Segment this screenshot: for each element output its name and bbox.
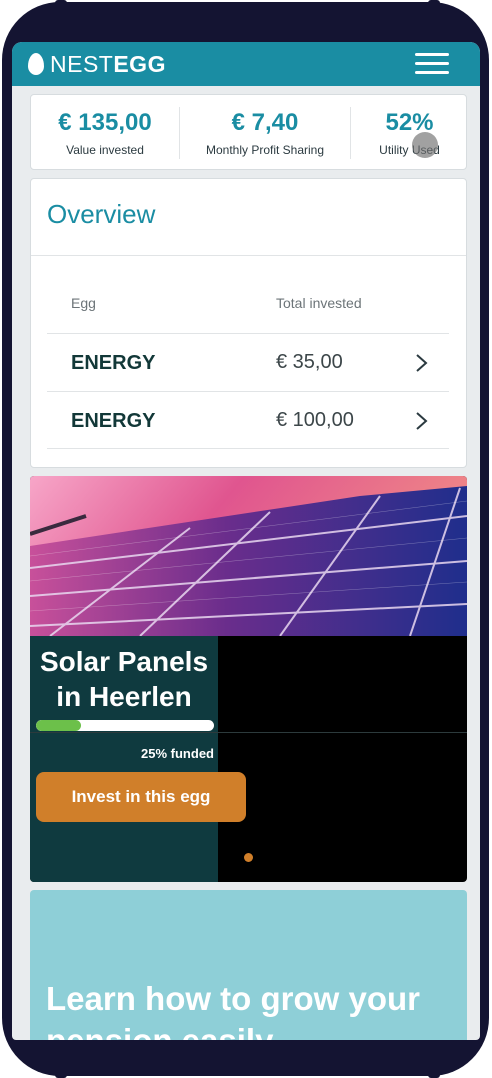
carousel-indicator-dot[interactable] [244, 853, 253, 862]
invest-button[interactable]: Invest in this egg [36, 772, 246, 822]
logo-text-light: NEST [50, 50, 114, 77]
app-screen: NESTEGG € 135,00 Value invested € 7,40 M… [12, 42, 480, 1040]
stat-utility-used: 52% Utility Used [351, 95, 468, 171]
menu-bar [415, 62, 449, 65]
overview-title: Overview [47, 199, 156, 229]
table-row[interactable]: ENERGY € 100,00 [47, 391, 449, 449]
funding-progress-fill [36, 720, 81, 731]
stats-card: € 135,00 Value invested € 7,40 Monthly P… [30, 94, 467, 170]
stat-value-invested: € 135,00 Value invested [31, 95, 179, 171]
project-title: Solar Panels in Heerlen [30, 644, 218, 714]
funding-progress-bar [36, 720, 214, 731]
column-header-total-invested: Total invested [276, 295, 362, 311]
egg-name: ENERGY [71, 352, 156, 374]
hamburger-menu-button[interactable] [413, 50, 451, 78]
invested-amount: € 100,00 [276, 409, 354, 431]
project-card[interactable]: Solar Panels in Heerlen 25% funded Inves… [30, 476, 467, 882]
touch-indicator [412, 132, 438, 158]
stat-value: € 135,00 [58, 109, 152, 136]
stat-value: 52% [385, 109, 434, 136]
chevron-right-icon[interactable] [411, 411, 431, 431]
overview-card: Overview Egg Total invested ENERGY € 35,… [30, 178, 467, 468]
learn-card[interactable]: Learn how to grow your pension easily [30, 890, 467, 1040]
stat-label: Monthly Profit Sharing [205, 143, 325, 157]
phone-frame: NESTEGG € 135,00 Value invested € 7,40 M… [0, 0, 492, 1078]
menu-bar [415, 71, 449, 74]
stat-label: Utility Used [379, 143, 440, 157]
project-title-line: Solar Panels [39, 646, 209, 677]
column-header-egg: Egg [71, 295, 96, 311]
chevron-right-icon[interactable] [411, 353, 431, 373]
funded-label: 25% funded [141, 746, 214, 761]
project-title-line: in Heerlen [56, 681, 192, 712]
egg-icon [28, 53, 44, 75]
invested-amount: € 35,00 [276, 351, 343, 373]
stat-monthly-profit-sharing: € 7,40 Monthly Profit Sharing [180, 95, 350, 171]
logo-text: NESTEGG [50, 51, 166, 78]
divider [30, 732, 467, 733]
logo-text-bold: EGG [113, 50, 166, 77]
stat-label: Value invested [66, 143, 144, 157]
menu-bar [415, 53, 449, 56]
learn-heading: Learn how to grow your pension easily [46, 980, 421, 1040]
table-row[interactable]: ENERGY € 35,00 [47, 333, 449, 391]
solar-panels-image [30, 476, 467, 636]
stat-value: € 7,40 [231, 109, 299, 136]
divider [31, 255, 466, 256]
app-header: NESTEGG [12, 42, 480, 86]
nestegg-logo[interactable]: NESTEGG [28, 49, 166, 79]
egg-name: ENERGY [71, 410, 156, 432]
